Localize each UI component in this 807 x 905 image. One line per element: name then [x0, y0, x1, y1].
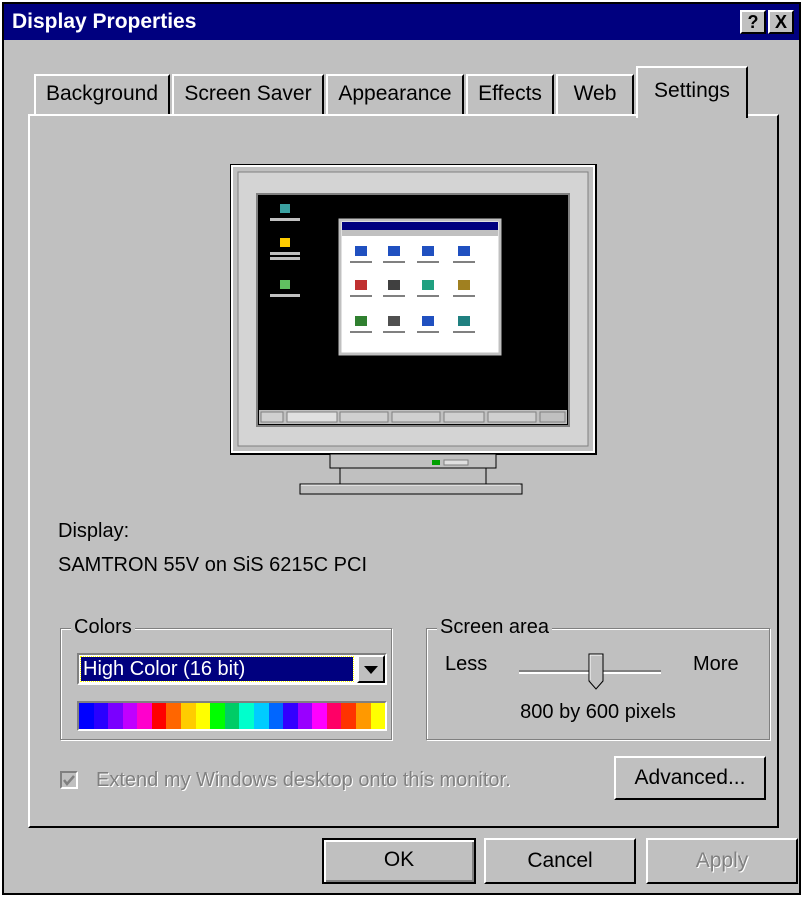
tab-web[interactable]: Web	[556, 74, 634, 114]
checkbox-box[interactable]	[60, 771, 78, 789]
apply-button[interactable]: Apply	[646, 838, 798, 884]
help-button[interactable]: ?	[740, 10, 766, 34]
spectrum-swatch	[210, 703, 225, 729]
checkmark-icon	[63, 775, 75, 786]
spectrum-swatch	[355, 703, 371, 729]
spectrum-swatch	[166, 703, 182, 729]
cancel-button[interactable]: Cancel	[484, 838, 636, 884]
spectrum-swatch	[224, 703, 240, 729]
spectrum-swatch	[312, 703, 327, 729]
spectrum-swatch	[93, 703, 109, 729]
close-button[interactable]: X	[768, 10, 794, 34]
tab-background[interactable]: Background	[34, 74, 170, 114]
spectrum-swatch	[151, 703, 167, 729]
spectrum-swatch	[326, 703, 342, 729]
chevron-down-icon[interactable]	[357, 655, 385, 683]
colors-selected-value: High Color (16 bit)	[80, 656, 354, 682]
spectrum-swatch	[122, 703, 138, 729]
tab-settings[interactable]: Settings	[636, 66, 748, 118]
less-label: Less	[445, 653, 488, 675]
spectrum-swatch	[239, 703, 254, 729]
ok-button[interactable]: OK	[322, 838, 476, 884]
tab-effects[interactable]: Effects	[466, 74, 554, 114]
display-properties-window: Display Properties ? X Background Screen…	[2, 2, 801, 895]
spectrum-swatch	[181, 703, 196, 729]
screen-area-slider[interactable]	[519, 653, 661, 693]
spectrum-swatch	[370, 703, 386, 729]
monitor-icon	[229, 163, 597, 495]
spectrum-swatch	[283, 703, 298, 729]
advanced-button[interactable]: Advanced...	[614, 756, 766, 800]
spectrum-swatch	[341, 703, 356, 729]
extend-desktop-label: Extend my Windows desktop onto this moni…	[96, 769, 511, 791]
screen-area-group-title: Screen area	[437, 616, 552, 639]
colors-dropdown[interactable]: High Color (16 bit)	[77, 653, 387, 685]
colors-group: Colors High Color (16 bit)	[60, 616, 392, 740]
title-bar[interactable]: Display Properties ? X	[4, 4, 799, 40]
window-title: Display Properties	[12, 10, 197, 33]
extend-desktop-checkbox[interactable]: Extend my Windows desktop onto this moni…	[60, 768, 560, 794]
color-spectrum-bar	[77, 701, 387, 731]
colors-group-title: Colors	[71, 616, 135, 639]
spectrum-swatch	[108, 703, 123, 729]
screen-area-group: Screen area Less More 800 by 600 pixels	[426, 616, 770, 740]
spectrum-swatch	[195, 703, 211, 729]
tab-appearance[interactable]: Appearance	[326, 74, 464, 114]
spectrum-swatch	[297, 703, 313, 729]
spectrum-swatch	[268, 703, 284, 729]
tab-screen-saver[interactable]: Screen Saver	[172, 74, 324, 114]
slider-thumb[interactable]	[588, 653, 604, 691]
resolution-label: 800 by 600 pixels	[520, 701, 676, 723]
spectrum-swatch	[253, 703, 269, 729]
more-label: More	[693, 653, 739, 675]
spectrum-swatch	[79, 703, 94, 729]
display-name: SAMTRON 55V on SiS 6215C PCI	[58, 554, 368, 576]
monitor-preview	[229, 163, 598, 502]
spectrum-swatch	[137, 703, 152, 729]
settings-panel: Display: SAMTRON 55V on SiS 6215C PCI Co…	[28, 114, 779, 828]
display-label: Display:	[58, 520, 130, 542]
